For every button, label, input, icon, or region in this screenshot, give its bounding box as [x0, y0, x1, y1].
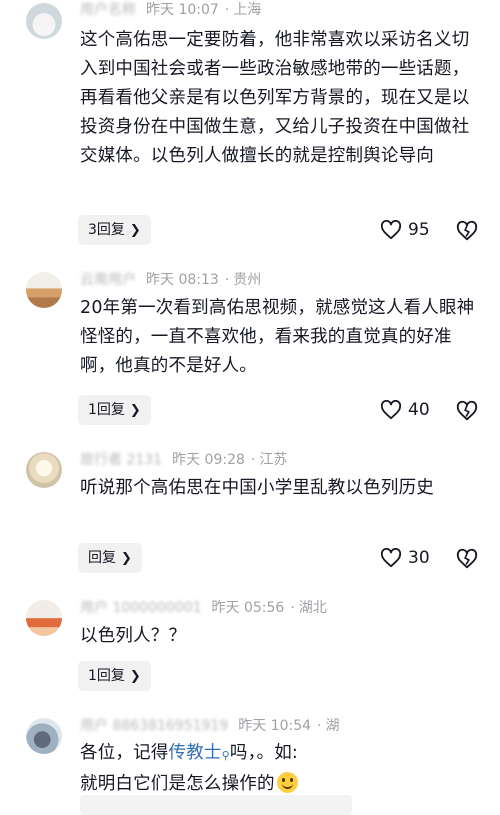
- chevron-right-icon: ❯: [129, 669, 141, 684]
- location: 湖北: [298, 600, 327, 616]
- chevron-right-icon: ❯: [129, 223, 141, 238]
- location: 湖: [325, 718, 340, 734]
- view-replies-button[interactable]: 1回复 ❯: [78, 661, 151, 691]
- broken-heart-icon[interactable]: [456, 548, 478, 570]
- location: 上海: [233, 2, 262, 18]
- smile-emoji-icon: [276, 772, 298, 793]
- avatar[interactable]: [26, 452, 62, 488]
- username[interactable]: 用户名称: [80, 0, 136, 20]
- broken-heart-icon[interactable]: [456, 400, 478, 422]
- username[interactable]: 用户 1000000001: [80, 598, 202, 618]
- avatar[interactable]: [26, 3, 62, 39]
- username[interactable]: 用户 8863816951919: [80, 716, 228, 736]
- username[interactable]: 旅行者 2131: [80, 450, 162, 470]
- timestamp: 昨天 05:56: [211, 600, 285, 616]
- like-count: 30: [408, 548, 430, 568]
- location: 江苏: [259, 452, 288, 468]
- username[interactable]: 云南用户: [80, 270, 136, 290]
- timestamp: 昨天 10:54: [238, 718, 312, 734]
- comment-text-part: 吗，。如:: [229, 743, 299, 763]
- comment-text-part: 就明白它们是怎么操作的: [80, 774, 275, 794]
- avatar[interactable]: [26, 600, 62, 636]
- view-replies-button[interactable]: 1回复 ❯: [78, 395, 151, 425]
- search-icon[interactable]: ⚲: [222, 741, 230, 770]
- avatar[interactable]: [26, 718, 62, 754]
- replies-label: 1回复: [88, 402, 125, 418]
- comment-meta: 旅行者 2131 昨天 09:28 · 江苏: [80, 450, 288, 470]
- comment-text-part: 各位，记得: [80, 743, 169, 763]
- timestamp: 昨天 08:13: [146, 272, 219, 288]
- view-replies-button[interactable]: 3回复 ❯: [78, 215, 151, 245]
- reply-button[interactable]: 回复 ❯: [78, 543, 142, 573]
- like-count: 95: [408, 220, 430, 240]
- comment-text: 20年第一次看到高佑思视频，就感觉这人看人眼神怪怪的，一直不喜欢他，看来我的直觉…: [80, 298, 475, 376]
- reply-pill-partial[interactable]: [80, 795, 352, 815]
- replies-label: 1回复: [88, 668, 125, 684]
- comment-meta: 用户名称 昨天 10:07 · 上海: [80, 0, 262, 20]
- avatar[interactable]: [26, 272, 62, 308]
- heart-outline-icon: [380, 548, 402, 568]
- like-button[interactable]: 40: [380, 398, 430, 422]
- like-button[interactable]: 95: [380, 218, 430, 242]
- timestamp: 昨天 10:07: [146, 2, 219, 18]
- timestamp: 昨天 09:28: [172, 452, 245, 468]
- like-count: 40: [408, 400, 430, 420]
- heart-outline-icon: [380, 220, 402, 240]
- replies-label: 3回复: [88, 222, 125, 238]
- comment-text: 听说那个高佑思在中国小学里乱教以色列历史: [80, 478, 434, 498]
- comment-meta: 用户 1000000001 昨天 05:56 · 湖北: [80, 598, 327, 618]
- comment-meta: 云南用户 昨天 08:13 · 贵州: [80, 270, 262, 290]
- comment-text: 这个高佑思一定要防着，他非常喜欢以采访名义切入到中国社会或者一些政治敏感地带的一…: [80, 30, 470, 166]
- replies-label: 回复: [88, 550, 116, 566]
- search-keyword-link[interactable]: 传教士: [169, 743, 222, 763]
- location: 贵州: [233, 272, 262, 288]
- heart-outline-icon: [380, 400, 402, 420]
- chevron-right-icon: ❯: [121, 551, 132, 566]
- comment-meta: 用户 8863816951919 昨天 10:54 · 湖: [80, 716, 340, 736]
- broken-heart-icon[interactable]: [456, 220, 478, 242]
- comment-text: 以色列人？？: [80, 626, 187, 646]
- like-button[interactable]: 30: [380, 546, 430, 570]
- chevron-right-icon: ❯: [129, 403, 141, 418]
- comment-text: 各位，记得传教士⚲吗，。如: 就明白它们是怎么操作的: [80, 739, 480, 799]
